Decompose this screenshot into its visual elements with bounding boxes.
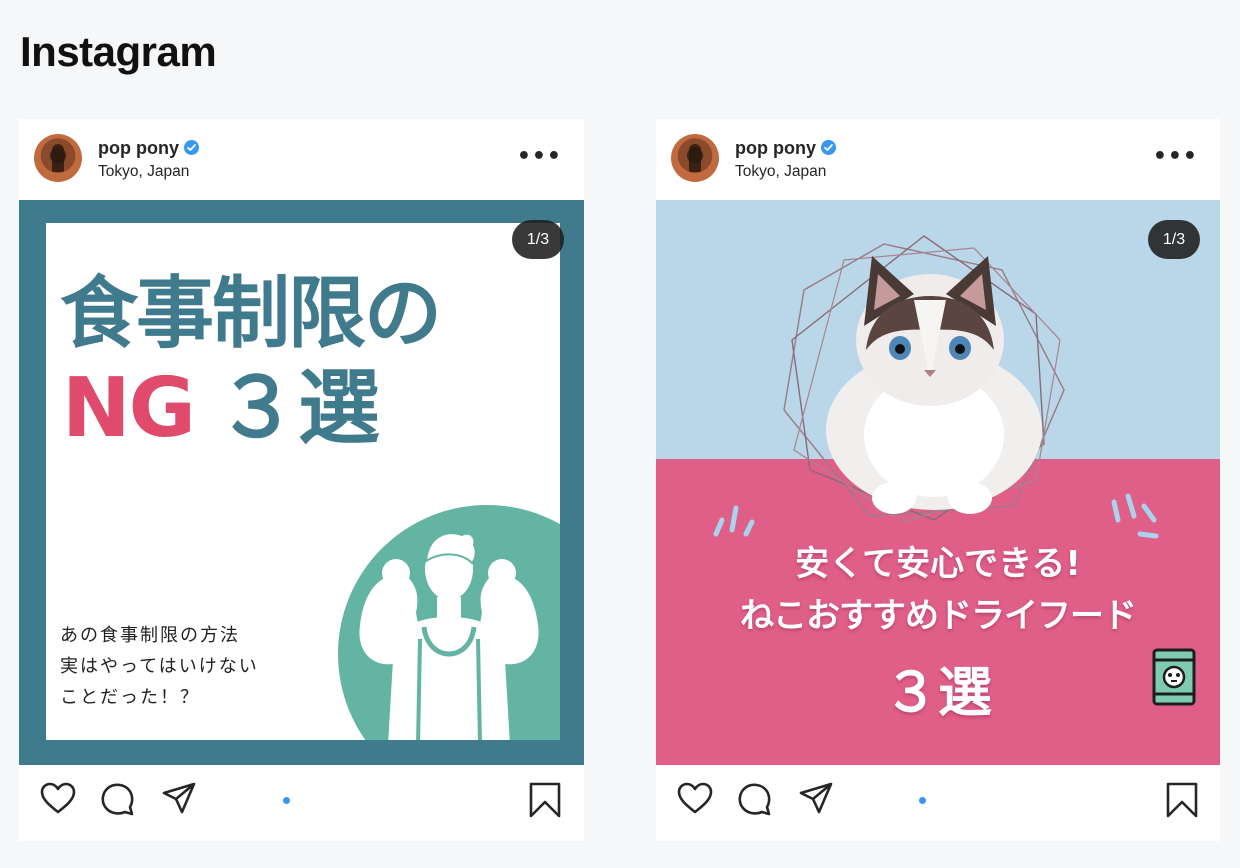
creative-line-3: ３選 bbox=[884, 661, 992, 724]
subtext-line: ことだった！？ bbox=[60, 687, 200, 708]
heart-icon[interactable] bbox=[676, 781, 714, 815]
post-location[interactable]: Tokyo, Japan bbox=[735, 163, 826, 181]
post-card: pop pony Tokyo, Japan ••• 安くて安心できる! ねこおす… bbox=[656, 119, 1220, 841]
subtext-line: あの食事制限の方法 bbox=[60, 625, 240, 646]
username-text[interactable]: pop pony bbox=[735, 138, 816, 158]
subtext-line: 実はやってはいけない bbox=[60, 656, 259, 677]
creative-count: ３選 bbox=[215, 361, 380, 456]
verified-badge-icon bbox=[820, 140, 836, 155]
more-options-icon[interactable]: ••• bbox=[517, 146, 562, 168]
page-title: Instagram bbox=[20, 28, 217, 75]
bookmark-icon[interactable] bbox=[528, 781, 562, 819]
creative-ng: NG bbox=[62, 361, 196, 456]
avatar[interactable] bbox=[671, 134, 719, 182]
post-actions bbox=[656, 765, 1220, 841]
post-actions bbox=[19, 765, 584, 841]
carousel-counter: 1/3 bbox=[512, 220, 564, 259]
bookmark-icon[interactable] bbox=[1165, 781, 1199, 819]
username[interactable]: pop pony bbox=[735, 138, 836, 159]
cat-food-bag-icon bbox=[1152, 648, 1196, 706]
sparkle-right-icon bbox=[1111, 493, 1159, 539]
muscle-man-illustration bbox=[359, 532, 539, 740]
post-image[interactable]: 安くて安心できる! ねこおすすめドライフード ３選 1/3 bbox=[656, 200, 1220, 765]
creative-headline: 食事制限の bbox=[60, 269, 442, 359]
username[interactable]: pop pony bbox=[98, 138, 199, 159]
comment-icon[interactable] bbox=[736, 781, 774, 817]
creative-headline-2: NG ３選 bbox=[62, 363, 380, 455]
share-icon[interactable] bbox=[798, 781, 834, 815]
comment-icon[interactable] bbox=[99, 781, 137, 817]
post-image[interactable]: 食事制限の NG３選 あの食事制限の方法 実はやってはいけない ことだった！？ bbox=[19, 200, 584, 765]
post-header: pop pony Tokyo, Japan ••• bbox=[19, 119, 584, 199]
sparkle-left-icon bbox=[713, 505, 755, 537]
post-location[interactable]: Tokyo, Japan bbox=[98, 163, 189, 181]
avatar[interactable] bbox=[34, 134, 82, 182]
heart-icon[interactable] bbox=[39, 781, 77, 815]
carousel-dot bbox=[283, 797, 290, 804]
creative-subtext: あの食事制限の方法 実はやってはいけない ことだった！？ bbox=[60, 620, 259, 713]
more-options-icon[interactable]: ••• bbox=[1153, 146, 1198, 168]
share-icon[interactable] bbox=[161, 781, 197, 815]
carousel-dot bbox=[919, 797, 926, 804]
creative-line-2: ねこおすすめドライフード bbox=[740, 596, 1137, 636]
post-header: pop pony Tokyo, Japan ••• bbox=[656, 119, 1220, 199]
post-card: pop pony Tokyo, Japan ••• 食事制限の NG ３選 あの食… bbox=[19, 119, 584, 841]
creative-card: 食事制限の NG ３選 あの食事制限の方法 実はやってはいけない ことだった！？ bbox=[46, 223, 560, 740]
creative-line-1: 安くて安心できる! bbox=[795, 544, 1081, 584]
verified-badge-icon bbox=[183, 140, 199, 155]
carousel-counter: 1/3 bbox=[1148, 220, 1200, 259]
cat-illustration bbox=[783, 235, 1065, 523]
username-text[interactable]: pop pony bbox=[98, 138, 179, 158]
